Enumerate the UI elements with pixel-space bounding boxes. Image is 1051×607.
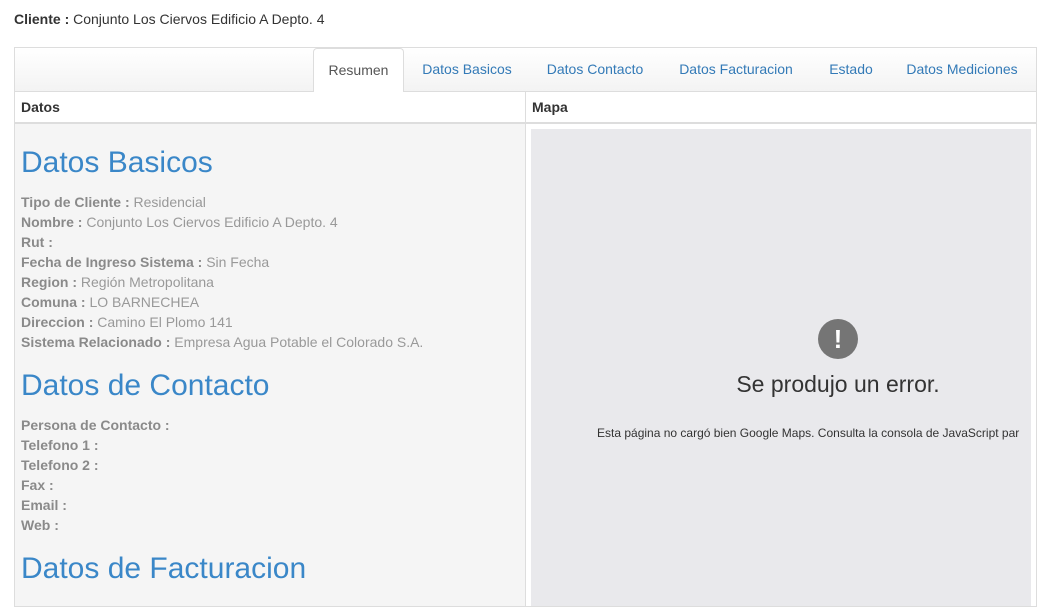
field-value: LO BARNECHEA [89, 294, 200, 310]
tab-bar: Resumen Datos Basicos Datos Contacto Dat… [15, 48, 1036, 93]
column-header-mapa: Mapa [526, 92, 1036, 124]
field-label: Rut : [21, 234, 53, 250]
field-value: Camino El Plomo 141 [97, 314, 233, 330]
field-value: Empresa Agua Potable el Colorado S.A. [174, 334, 424, 350]
field-telefono-1: Telefono 1 : [21, 435, 99, 455]
tab-datos-basicos[interactable]: Datos Basicos [411, 48, 523, 92]
client-label: Cliente : [14, 11, 70, 27]
section-title-contacto: Datos de Contacto [21, 369, 270, 402]
field-label: Nombre : [21, 214, 83, 230]
mapa-column: ! Se produjo un error. Esta página no ca… [526, 124, 1036, 606]
map-error-title: Se produjo un error. [736, 371, 940, 397]
tab-datos-facturacion[interactable]: Datos Facturacion [669, 48, 803, 92]
field-persona-contacto: Persona de Contacto : [21, 415, 170, 435]
field-sistema-relacionado: Sistema Relacionado : Empresa Agua Potab… [21, 332, 423, 352]
field-value: Sin Fecha [206, 254, 270, 270]
field-fecha-ingreso: Fecha de Ingreso Sistema : Sin Fecha [21, 252, 269, 272]
field-label: Telefono 1 : [21, 437, 99, 453]
client-name: Conjunto Los Ciervos Edificio A Depto. 4 [73, 11, 325, 27]
error-icon: ! [818, 319, 858, 359]
map-error-message: Esta página no cargó bien Google Maps. C… [597, 426, 1020, 440]
section-title-basicos: Datos Basicos [21, 146, 213, 179]
tab-estado[interactable]: Estado [819, 48, 883, 92]
column-header-datos: Datos [15, 92, 526, 124]
field-label: Comuna : [21, 294, 86, 310]
field-label: Fax : [21, 477, 54, 493]
client-header: Cliente : Conjunto Los Ciervos Edificio … [14, 11, 325, 27]
content-table: Datos Mapa Datos Basicos Tipo de Cliente… [15, 92, 1036, 606]
field-value: Residencial [133, 194, 206, 210]
field-label: Tipo de Cliente : [21, 194, 130, 210]
field-label: Fecha de Ingreso Sistema : [21, 254, 203, 270]
field-direccion: Direccion : Camino El Plomo 141 [21, 312, 233, 332]
datos-column: Datos Basicos Tipo de Cliente : Residenc… [15, 124, 526, 606]
field-label: Email : [21, 497, 67, 513]
field-nombre: Nombre : Conjunto Los Ciervos Edificio A… [21, 212, 338, 232]
field-label: Telefono 2 : [21, 457, 99, 473]
field-comuna: Comuna : LO BARNECHEA [21, 292, 199, 312]
field-label: Region : [21, 274, 77, 290]
field-region: Region : Región Metropolitana [21, 272, 214, 292]
field-fax: Fax : [21, 475, 54, 495]
field-web: Web : [21, 515, 59, 535]
field-email: Email : [21, 495, 67, 515]
section-title-facturacion: Datos de Facturacion [21, 552, 307, 585]
tab-datos-mediciones[interactable]: Datos Mediciones [897, 48, 1027, 92]
tab-resumen[interactable]: Resumen [313, 48, 404, 93]
map-container[interactable]: ! Se produjo un error. Esta página no ca… [531, 129, 1031, 606]
client-panel: Resumen Datos Basicos Datos Contacto Dat… [14, 47, 1037, 607]
field-value: Conjunto Los Ciervos Edificio A Depto. 4 [86, 214, 338, 230]
field-tipo-cliente: Tipo de Cliente : Residencial [21, 192, 206, 212]
field-label: Sistema Relacionado : [21, 334, 171, 350]
field-label: Persona de Contacto : [21, 417, 170, 433]
field-rut: Rut : [21, 232, 53, 252]
tab-datos-contacto[interactable]: Datos Contacto [536, 48, 654, 92]
field-label: Direccion : [21, 314, 94, 330]
field-value: Región Metropolitana [80, 274, 214, 290]
field-telefono-2: Telefono 2 : [21, 455, 99, 475]
field-label: Web : [21, 517, 59, 533]
